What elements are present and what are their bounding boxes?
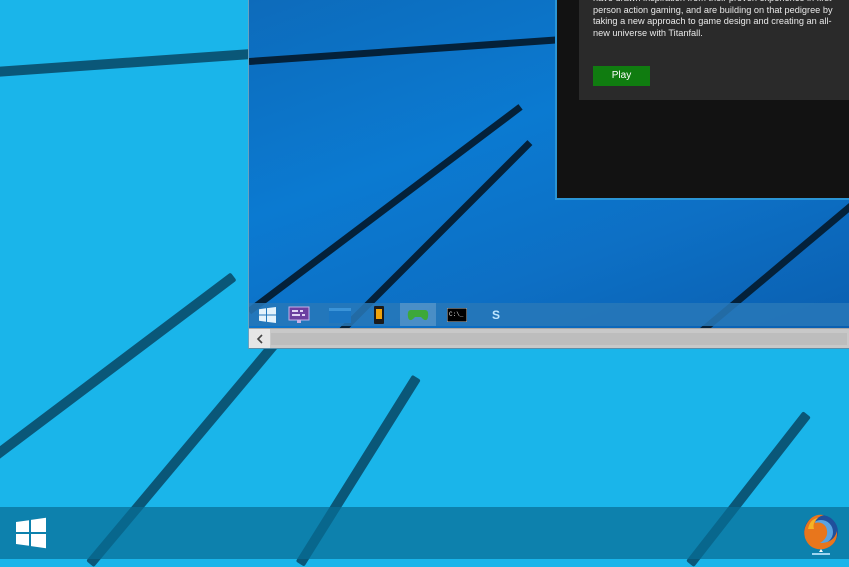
game-description: have drawn inspiration from their proven… — [593, 0, 835, 38]
vm-desktop: have drawn inspiration from their proven… — [249, 0, 849, 328]
gamepad-icon — [407, 309, 429, 320]
folder-icon — [329, 307, 351, 323]
cmd-icon: C:\_ — [447, 307, 467, 322]
start-button[interactable] — [14, 517, 50, 551]
store-app-window: have drawn inspiration from their proven… — [555, 0, 849, 200]
horizontal-scrollbar[interactable] — [249, 328, 849, 348]
windows-logo-icon — [258, 306, 276, 323]
skype-icon: S — [491, 307, 500, 322]
monitor-icon — [288, 306, 310, 323]
taskbar — [0, 507, 849, 559]
firefox-icon — [804, 514, 838, 555]
svg-text:C:\_: C:\_ — [449, 311, 464, 318]
vm-remote-desktop-button[interactable] — [281, 303, 317, 326]
windows-logo-icon — [16, 517, 46, 549]
vm-xbox-button[interactable] — [400, 303, 436, 326]
vm-skype-button[interactable]: S — [478, 303, 514, 326]
vm-phone-button[interactable] — [361, 303, 397, 326]
vm-command-prompt-button[interactable]: C:\_ — [439, 303, 475, 326]
chevron-left-icon — [256, 333, 263, 344]
vm-taskbar: C:\_ S — [249, 303, 849, 326]
vm-start-button[interactable] — [249, 303, 285, 326]
play-button[interactable]: Play — [593, 66, 650, 86]
scroll-left-button[interactable] — [249, 329, 270, 348]
vm-file-explorer-button[interactable] — [322, 303, 358, 326]
phone-icon — [374, 305, 384, 324]
scroll-track[interactable] — [271, 333, 847, 345]
taskbar-firefox-button[interactable] — [800, 511, 842, 557]
remote-desktop-window[interactable]: have drawn inspiration from their proven… — [248, 0, 849, 349]
game-info-card: have drawn inspiration from their proven… — [579, 0, 849, 100]
